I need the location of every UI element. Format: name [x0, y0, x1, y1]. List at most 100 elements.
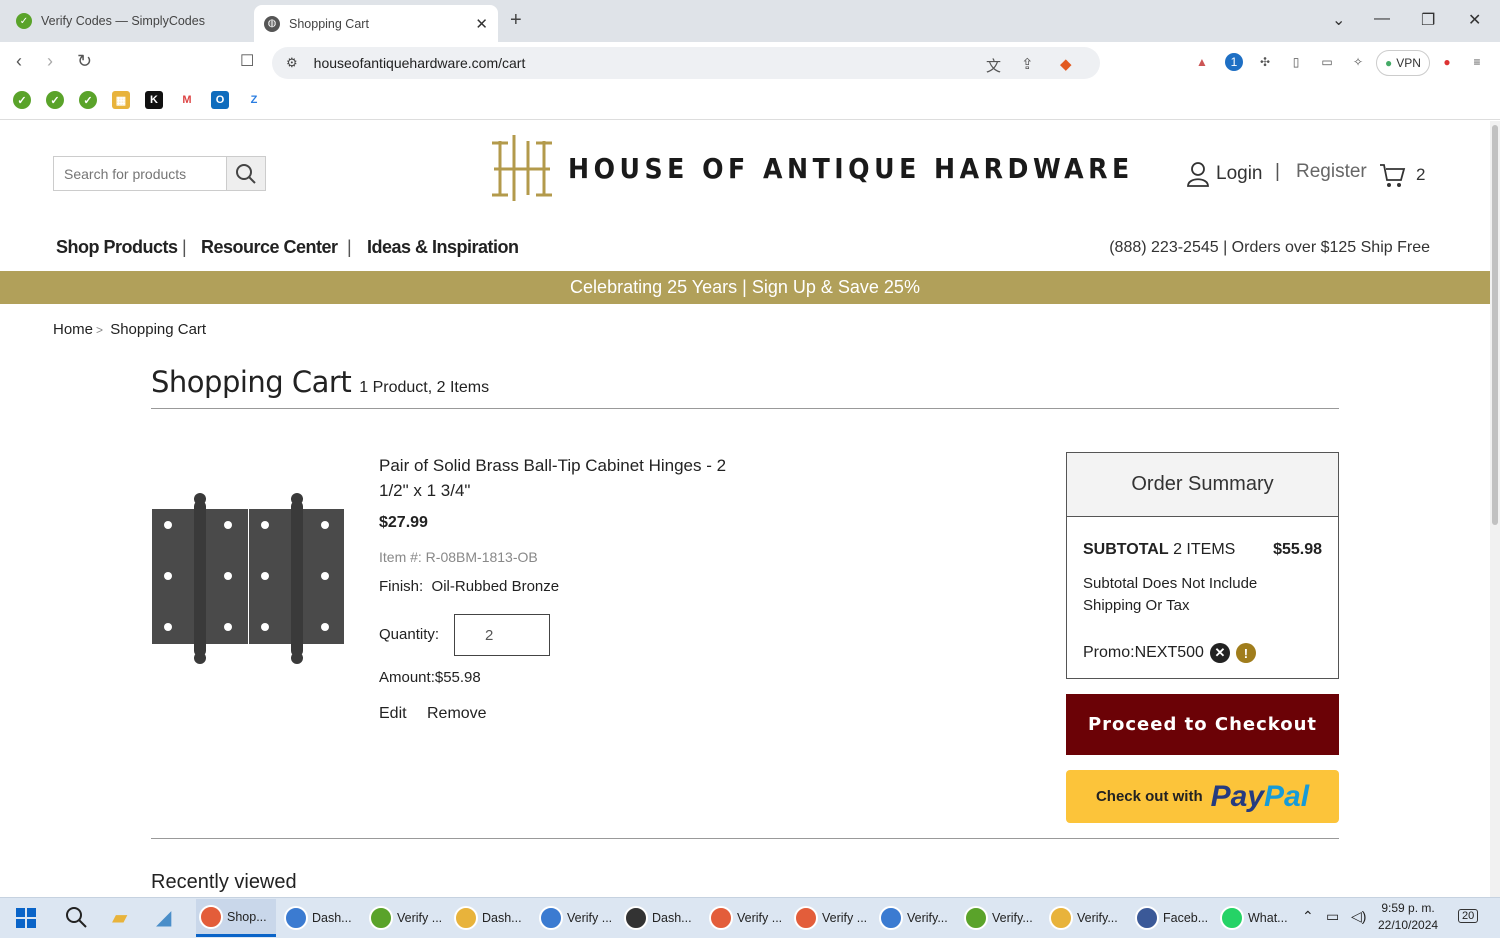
nav-resource-center[interactable]: Resource Center	[201, 237, 338, 258]
translate-icon[interactable]: 文	[986, 55, 1001, 76]
taskbar-app-button[interactable]: Verify ...	[706, 899, 786, 937]
app-icon	[794, 906, 818, 930]
taskbar-app-button[interactable]: What...	[1217, 899, 1297, 937]
taskbar-app-button[interactable]: Verify ...	[791, 899, 871, 937]
taskbar-app-button[interactable]: Shop...	[196, 899, 276, 937]
tab-title: Shopping Cart	[289, 16, 369, 31]
bookmark-icon[interactable]: ☐	[240, 51, 254, 71]
sidebar-icon[interactable]: ▯	[1287, 53, 1305, 71]
site-info-icon[interactable]: ⚙	[286, 55, 298, 71]
taskbar-app-button[interactable]: Dash...	[621, 899, 701, 937]
divider	[151, 838, 1339, 839]
cart-link[interactable]: 2	[1378, 161, 1425, 189]
page-scrollbar[interactable]	[1490, 121, 1500, 897]
app-pinned-icon[interactable]: ◢	[156, 905, 171, 930]
notifications-icon[interactable]: 20	[1458, 909, 1479, 923]
forward-icon[interactable]: ›	[47, 51, 53, 72]
close-window-icon[interactable]: ✕	[1468, 10, 1481, 30]
promo-warning-icon[interactable]: !	[1235, 643, 1256, 663]
bookmark-app-icon[interactable]: ▦	[112, 91, 130, 109]
site-logo[interactable]: HOUSE OF ANTIQUE HARDWARE	[488, 133, 1197, 203]
remove-promo-icon[interactable]: ✕	[1209, 643, 1230, 663]
quantity-input[interactable]	[454, 614, 550, 656]
taskbar-app-label: Verify ...	[822, 911, 868, 925]
site-search	[53, 156, 266, 191]
register-link[interactable]: Register	[1296, 161, 1367, 183]
promo-banner[interactable]: Celebrating 25 Years | Sign Up & Save 25…	[0, 271, 1490, 304]
tab-title: Verify Codes — SimplyCodes	[41, 14, 205, 28]
remove-item-link[interactable]: Remove	[427, 705, 487, 723]
paypal-checkout-button[interactable]: Check out with Pay Pal	[1066, 770, 1339, 823]
nav-shop-products[interactable]: Shop Products	[56, 237, 178, 258]
tab-shopping-cart[interactable]: ◍ Shopping Cart ✕	[254, 5, 498, 42]
taskbar-app-button[interactable]: Verify ...	[536, 899, 616, 937]
start-button-icon[interactable]	[16, 908, 36, 928]
address-bar[interactable]: ⚙ houseofantiquehardware.com/cart	[272, 47, 1100, 79]
bookmark-simplycodes-icon[interactable]: ✓	[13, 91, 31, 109]
product-image-hinges[interactable]	[152, 491, 344, 666]
bookmark-simplycodes-icon[interactable]: ✓	[46, 91, 64, 109]
app-icon	[1049, 906, 1073, 930]
product-item-number: Item #: R-08BM-1813-OB	[379, 549, 538, 565]
breadcrumb-home[interactable]: Home	[53, 321, 93, 338]
cart-count: 2	[1416, 165, 1426, 184]
brave-rewards-icon[interactable]: ●	[1438, 53, 1456, 71]
taskbar-app-label: Verify ...	[567, 911, 613, 925]
search-taskbar-icon[interactable]	[64, 905, 88, 935]
network-icon[interactable]: ▭	[1326, 908, 1339, 925]
brave-shields-icon[interactable]: ◆	[1060, 55, 1072, 73]
leo-ai-icon[interactable]: ✧	[1349, 53, 1367, 71]
bookmark-gmail-icon[interactable]: M	[178, 91, 196, 109]
back-icon[interactable]: ‹	[16, 51, 22, 72]
app-icon	[199, 904, 223, 929]
extension-cake-icon[interactable]: ▲	[1193, 53, 1211, 71]
taskbar-magnifier-icon	[66, 907, 87, 928]
close-tab-icon[interactable]: ✕	[475, 15, 488, 33]
edit-item-link[interactable]: Edit	[379, 705, 407, 723]
taskbar-app-button[interactable]: Dash...	[451, 899, 531, 937]
finish-label: Finish:	[379, 578, 424, 595]
proceed-to-checkout-button[interactable]: Proceed to Checkout	[1066, 694, 1339, 755]
app-icon	[964, 906, 988, 930]
tab-verify-codes[interactable]: ✓ Verify Codes — SimplyCodes	[6, 5, 250, 37]
order-summary-panel: Order Summary SUBTOTAL 2 ITEMS $55.98 Su…	[1066, 452, 1339, 679]
search-input[interactable]	[54, 157, 226, 190]
taskbar-app-button[interactable]: Dash...	[281, 899, 361, 937]
taskbar-app-button[interactable]: Verify...	[1046, 899, 1126, 937]
nav-separator: |	[347, 237, 352, 257]
product-name[interactable]: Pair of Solid Brass Ball-Tip Cabinet Hin…	[379, 453, 749, 503]
reload-icon[interactable]: ↻	[77, 51, 92, 72]
bookmark-k-icon[interactable]: K	[145, 91, 163, 109]
taskbar-app-button[interactable]: Verify...	[961, 899, 1041, 937]
search-button[interactable]	[226, 157, 265, 190]
taskbar-app-button[interactable]: Verify...	[876, 899, 956, 937]
login-label: Login	[1216, 163, 1263, 184]
wallet-icon[interactable]: ▭	[1318, 53, 1336, 71]
vpn-button[interactable]: ● VPN	[1376, 50, 1430, 76]
taskbar-app-label: Verify...	[992, 911, 1033, 925]
restore-icon[interactable]: ❐	[1421, 10, 1435, 30]
login-link[interactable]: Login	[1186, 161, 1263, 187]
taskbar-app-button[interactable]: Faceb...	[1132, 899, 1212, 937]
nav-ideas-inspiration[interactable]: Ideas & Inspiration	[367, 237, 519, 258]
app-icon	[284, 906, 308, 930]
tab-search-chevron-icon[interactable]: ⌄	[1332, 10, 1345, 30]
logo-hh-icon	[492, 135, 552, 201]
extensions-puzzle-icon[interactable]: ✣	[1256, 53, 1274, 71]
subtotal-label: SUBTOTAL	[1083, 541, 1169, 558]
tray-overflow-icon[interactable]: ⌃	[1302, 908, 1314, 925]
volume-icon[interactable]: ◁)	[1351, 908, 1366, 925]
new-tab-icon[interactable]: +	[510, 9, 522, 32]
extension-badge-icon[interactable]: 1	[1225, 53, 1243, 71]
menu-icon[interactable]: ≡	[1468, 53, 1486, 71]
system-clock[interactable]: 9:59 p. m. 22/10/2024	[1378, 900, 1438, 934]
bookmark-zillow-icon[interactable]: Z	[245, 91, 263, 109]
scrollbar-thumb[interactable]	[1492, 125, 1498, 525]
taskbar-app-button[interactable]: Verify ...	[366, 899, 446, 937]
minimize-icon[interactable]: —	[1374, 10, 1390, 28]
bookmark-outlook-icon[interactable]: O	[211, 91, 229, 109]
file-explorer-icon[interactable]: ▰	[112, 905, 127, 930]
share-icon[interactable]: ⇪	[1021, 55, 1034, 73]
bookmark-simplycodes-icon[interactable]: ✓	[79, 91, 97, 109]
cart-icon	[1380, 164, 1406, 187]
